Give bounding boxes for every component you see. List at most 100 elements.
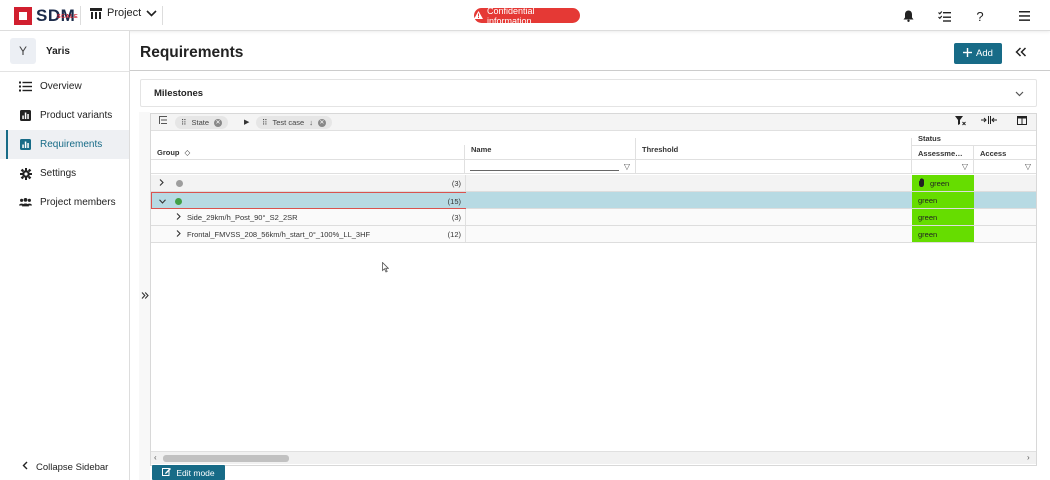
milestones-label: Milestones <box>154 87 204 99</box>
sidebar-item-label: Requirements <box>40 139 103 150</box>
filter-cell-access[interactable]: ▽ <box>974 160 1036 173</box>
requirements-grid: ⠿ State ✕ ▶ ⠿ Test case ↓ ✕ Status Group… <box>150 113 1037 466</box>
group-panel-icon <box>159 116 167 126</box>
collapse-panel-icon[interactable] <box>1015 44 1027 60</box>
sidebar-item-requirements[interactable]: Requirements <box>0 130 129 159</box>
scroll-left-icon[interactable]: ‹ <box>154 453 157 462</box>
horizontal-scrollbar[interactable]: ‹ › <box>151 451 1036 464</box>
group-count: (3) <box>451 212 461 222</box>
group-chip-state[interactable]: ⠿ State ✕ <box>175 116 229 129</box>
group-count: (3) <box>451 178 461 188</box>
edit-icon <box>162 467 172 478</box>
assessment-status-cell[interactable]: green <box>912 226 974 242</box>
group-count: (12) <box>447 229 461 239</box>
column-header-name[interactable]: Name <box>465 138 636 160</box>
list-icon <box>19 80 32 93</box>
chevron-right-icon[interactable] <box>159 178 164 188</box>
caret-right-icon: ▶ <box>244 119 250 126</box>
table-row[interactable]: (15) <box>151 192 466 209</box>
group-label: Side_29km/h_Post_90°_S2_2SR <box>187 212 298 222</box>
chevron-down-icon <box>146 9 157 17</box>
sort-down-arrow-icon: ↓ <box>309 118 313 127</box>
milestones-panel[interactable]: Milestones <box>140 79 1037 107</box>
sort-icon: ◇ <box>184 147 191 157</box>
filter-icon[interactable]: ▽ <box>624 162 630 171</box>
column-header-threshold[interactable]: Threshold <box>636 138 912 160</box>
page-title: Requirements <box>140 44 244 61</box>
remove-chip-icon[interactable]: ✕ <box>214 118 223 127</box>
drag-hand-icon <box>918 177 927 189</box>
sidebar-item-label: Settings <box>40 168 77 179</box>
edit-mode-button[interactable]: Edit mode <box>152 465 225 480</box>
remove-chip-icon[interactable]: ✕ <box>317 118 326 127</box>
project-grid-icon <box>90 7 102 19</box>
drag-handle-icon: ⠿ <box>262 118 268 127</box>
add-button[interactable]: Add <box>954 43 1002 64</box>
sidebar-item-overview[interactable]: Overview <box>0 72 129 101</box>
project-card[interactable]: Y Yaris <box>10 37 126 65</box>
logo-mark-icon <box>14 7 32 25</box>
confidential-label: Confidential information <box>487 5 535 26</box>
confidential-badge: Confidential information <box>474 5 580 26</box>
clear-filter-icon[interactable] <box>955 116 966 128</box>
checklist-icon[interactable] <box>935 7 953 25</box>
mouse-cursor-icon <box>382 261 390 276</box>
table-row[interactable]: Side_29km/h_Post_90°_S2_2SR (3) green <box>151 209 1036 226</box>
filter-cell-name[interactable]: ▽ <box>465 160 636 173</box>
state-dot-icon <box>176 179 183 187</box>
fit-columns-icon[interactable] <box>981 116 997 126</box>
help-icon[interactable]: ? <box>971 7 989 25</box>
assessment-status-cell[interactable]: green <box>912 175 974 191</box>
collapse-sidebar-label: Collapse Sidebar <box>36 461 109 473</box>
header-row: Group ◇ Name Threshold Assessme… Access <box>151 138 1036 160</box>
collapse-sidebar-button[interactable]: Collapse Sidebar <box>0 458 129 476</box>
group-chip-label: Test case <box>272 118 305 127</box>
project-menu-button[interactable]: Project <box>90 7 157 19</box>
sidebar: Y Yaris Overview Product variants Requir… <box>0 31 130 480</box>
name-filter-input[interactable] <box>470 170 619 171</box>
sidebar-item-product-variants[interactable]: Product variants <box>0 101 129 130</box>
hamburger-menu-icon[interactable] <box>1015 7 1033 25</box>
sidebar-item-project-members[interactable]: Project members <box>0 188 129 217</box>
filter-cell-group <box>151 160 465 173</box>
project-avatar: Y <box>10 38 36 64</box>
group-chip-label: State <box>191 118 210 127</box>
chevron-down-icon[interactable] <box>159 197 166 206</box>
sidebar-item-label: Product variants <box>40 110 113 121</box>
project-name: Yaris <box>46 45 70 57</box>
app-logo[interactable]: SCALE SDM <box>14 5 79 27</box>
chevron-right-icon[interactable] <box>176 229 181 239</box>
scroll-right-icon[interactable]: › <box>1027 453 1030 462</box>
chart-icon <box>19 138 32 151</box>
column-header-assessment[interactable]: Assessme… <box>912 145 974 160</box>
table-row-selected-cells[interactable]: green <box>466 192 1036 209</box>
divider <box>80 6 81 25</box>
filter-icon[interactable]: ▽ <box>1025 162 1031 171</box>
expand-tool-panel-button[interactable] <box>139 112 150 480</box>
add-button-label: Add <box>976 48 993 59</box>
scrollbar-thumb[interactable] <box>163 455 289 462</box>
chevron-right-icon[interactable] <box>176 212 181 222</box>
bell-icon[interactable] <box>899 7 917 25</box>
people-icon <box>19 196 32 209</box>
column-header-group[interactable]: Group ◇ <box>151 145 465 159</box>
drag-handle-icon: ⠿ <box>181 118 187 127</box>
columns-panel-icon[interactable] <box>1017 116 1027 127</box>
sidebar-item-label: Project members <box>40 197 116 208</box>
assessment-status-cell[interactable]: green <box>912 209 974 225</box>
chevron-down-icon <box>1015 89 1024 100</box>
project-menu-label: Project <box>107 7 142 19</box>
group-chip-test-case[interactable]: ⠿ Test case ↓ ✕ <box>256 116 332 129</box>
sidebar-item-label: Overview <box>40 81 82 92</box>
logo-small-text: SCALE <box>57 14 79 20</box>
column-header-access[interactable]: Access <box>974 145 1036 160</box>
divider <box>162 6 163 25</box>
row-group-panel: ⠿ State ✕ ▶ ⠿ Test case ↓ ✕ <box>151 114 1036 131</box>
sidebar-item-settings[interactable]: Settings <box>0 159 129 188</box>
assessment-status-cell[interactable]: green <box>912 192 974 208</box>
table-row[interactable]: (3) green <box>151 175 1036 192</box>
double-chevron-right-icon <box>141 291 149 302</box>
filter-icon[interactable]: ▽ <box>962 162 968 171</box>
filter-cell-assessment[interactable]: ▽ <box>912 160 974 173</box>
table-row[interactable]: Frontal_FMVSS_208_56km/h_start_0°_100%_L… <box>151 226 1036 243</box>
